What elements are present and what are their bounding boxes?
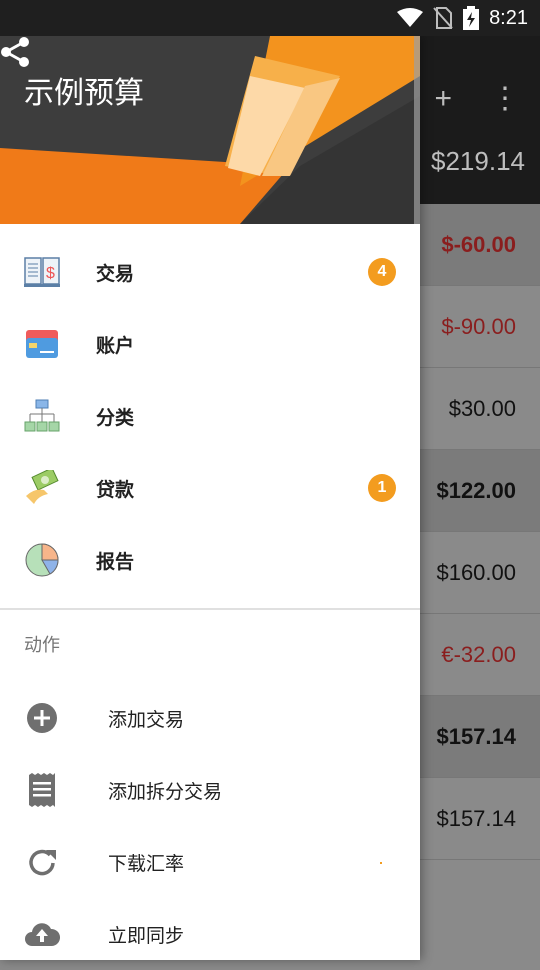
actions-section-title: 动作 [24,635,60,656]
nav-label-categories: 分类 [96,406,135,429]
status-time: 8:21 [489,6,528,29]
action-label-add-split-transaction: 添加拆分交易 [108,780,223,803]
battery-charging-icon [463,6,480,30]
nav-label-reports: 报告 [96,550,135,573]
navigation-drawer: 示例预算 $ 交易 4 账户 分类 贷款 1 报告 动作 添加交易 添加拆分交易… [0,36,420,960]
drawer-title: 示例预算 [24,76,144,111]
transaction-amount: $-60.00 [441,231,516,257]
nav-item-categories[interactable]: 分类 [0,380,420,452]
action-label-add-transaction: 添加交易 [108,708,185,731]
svg-text:$: $ [46,265,55,282]
action-download-rates[interactable]: 下载汇率 [0,826,420,898]
transaction-amount: $157.14 [436,805,516,831]
badge-loans: 1 [368,474,396,502]
action-add-transaction[interactable]: 添加交易 [0,682,420,754]
nav-item-transactions[interactable]: $ 交易 4 [0,236,420,308]
nav-label-transactions: 交易 [96,262,135,285]
share-icon[interactable] [0,36,32,68]
nav-label-loans: 贷款 [96,478,135,501]
nav-label-accounts: 账户 [96,334,135,357]
status-bar: 8:21 [0,0,540,36]
cloud-upload-icon [24,916,60,952]
transaction-amount: $122.00 [436,477,516,503]
drawer-header: 示例预算 [0,36,420,224]
drawer-nav-list: $ 交易 4 账户 分类 贷款 1 报告 [0,236,420,596]
action-label-download-rates: 下载汇率 [108,852,185,875]
wifi-icon [397,8,424,27]
pie-chart-icon [24,542,60,578]
money-hand-icon [24,470,60,506]
transaction-amount: $157.14 [436,723,516,749]
ledger-icon: $ [24,254,60,290]
transaction-amount: $160.00 [436,559,516,585]
header-graphic [0,36,420,224]
nav-item-loans[interactable]: 贷款 1 [0,452,420,524]
nav-item-reports[interactable]: 报告 [0,524,420,596]
action-add-split-transaction[interactable]: 添加拆分交易 [0,754,420,826]
nav-item-accounts[interactable]: 账户 [0,308,420,380]
action-sync-now[interactable]: 立即同步 [0,898,420,970]
drawer-scrollbar[interactable] [414,36,420,224]
plus-icon[interactable]: + [434,84,452,114]
transaction-amount: $-90.00 [441,313,516,339]
receipt-icon [24,772,60,808]
credit-card-icon [24,326,60,362]
status-icons: 8:21 [397,0,528,36]
no-sim-icon [433,7,453,29]
badge-transactions: 4 [368,258,396,286]
more-vert-icon[interactable]: ⋮ [490,84,520,114]
add-circle-icon [24,700,60,736]
action-label-sync-now: 立即同步 [108,924,185,947]
balance-amount: $219.14 [431,146,525,176]
transaction-amount: €-32.00 [441,641,516,667]
refresh-icon [24,844,60,880]
loading-dot [380,862,382,864]
transaction-amount: $30.00 [448,395,516,421]
hierarchy-icon [24,398,60,434]
